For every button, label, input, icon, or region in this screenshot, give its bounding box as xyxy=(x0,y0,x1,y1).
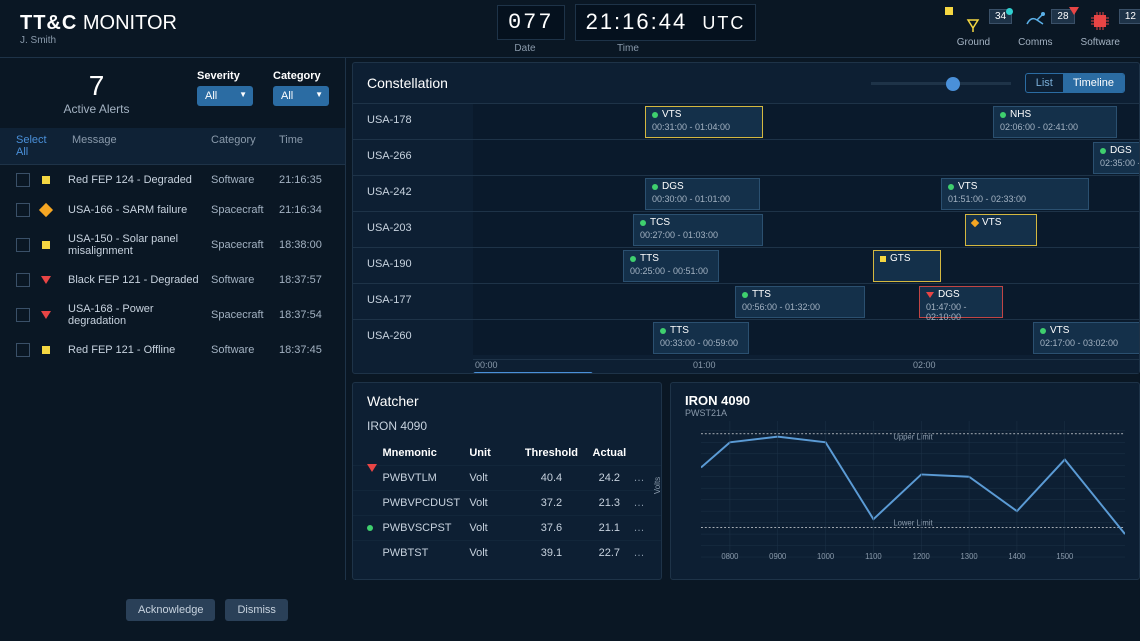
timeline-event[interactable]: VTS01:51:00 - 02:33:00 xyxy=(941,178,1089,210)
clock: 077 21:16:44 UTC DateTime xyxy=(497,4,756,54)
constellation-title: Constellation xyxy=(367,75,871,91)
svg-text:1000: 1000 xyxy=(817,552,835,559)
timeline-event[interactable]: DGS01:47:00 - 02:10:00 xyxy=(919,286,1003,318)
timeline-track[interactable]: DGS02:35:00 - xyxy=(473,140,1139,175)
alert-checkbox[interactable] xyxy=(16,308,30,322)
status-comms[interactable]: 28Comms xyxy=(1018,9,1052,48)
timeline-event[interactable]: VTS02:17:00 - 03:02:00 xyxy=(1033,322,1139,354)
severity-icon xyxy=(38,176,54,184)
timeline-event[interactable]: GTS xyxy=(873,250,941,282)
timeline-event[interactable]: VTS xyxy=(965,214,1037,246)
watcher-row[interactable]: PWBVTLMVolt40.424.2… xyxy=(353,465,661,490)
satellite-label: USA-260 xyxy=(353,320,473,355)
alert-row[interactable]: Black FEP 121 - DegradedSoftware18:37:57 xyxy=(0,265,345,295)
alerts-count: 7 Active Alerts xyxy=(16,70,177,116)
acknowledge-button[interactable]: Acknowledge xyxy=(126,599,215,621)
view-timeline-tab[interactable]: Timeline xyxy=(1063,74,1124,92)
severity-icon xyxy=(38,241,54,249)
status-ground[interactable]: 34Ground xyxy=(957,9,990,48)
antenna-icon xyxy=(962,10,984,32)
signal-icon xyxy=(1023,10,1047,32)
alert-checkbox[interactable] xyxy=(16,238,30,252)
satellite-label: USA-242 xyxy=(353,176,473,211)
severity-select[interactable]: All xyxy=(197,86,253,106)
user-name: J. Smith xyxy=(20,35,177,46)
severity-icon xyxy=(38,205,54,215)
timeline-event[interactable]: NHS02:06:00 - 02:41:00 xyxy=(993,106,1117,138)
svg-text:1400: 1400 xyxy=(1008,552,1026,559)
satellite-label: USA-190 xyxy=(353,248,473,283)
satellite-label: USA-266 xyxy=(353,140,473,175)
more-icon[interactable]: … xyxy=(634,547,648,559)
timeline-event[interactable]: TTS00:56:00 - 01:32:00 xyxy=(735,286,865,318)
severity-icon xyxy=(367,472,382,484)
dismiss-button[interactable]: Dismiss xyxy=(225,599,288,621)
svg-text:Lower Limit: Lower Limit xyxy=(893,518,933,527)
chart-panel: IRON 4090 PWST21A Volts 0102030405060708… xyxy=(670,382,1140,580)
svg-text:1500: 1500 xyxy=(1056,552,1074,559)
alert-checkbox[interactable] xyxy=(16,173,30,187)
more-icon[interactable]: … xyxy=(634,497,648,509)
alert-row[interactable]: Red FEP 124 - DegradedSoftware21:16:35 xyxy=(0,165,345,195)
chip-icon xyxy=(1089,10,1111,32)
watcher-row[interactable]: PWBVPCDUSTVolt37.221.3… xyxy=(353,490,661,515)
alert-row[interactable]: USA-150 - Solar panel misalignmentSpacec… xyxy=(0,225,345,265)
timeline-event[interactable]: TCS00:27:00 - 01:03:00 xyxy=(633,214,763,246)
watcher-row[interactable]: PWBTSTVolt39.122.7… xyxy=(353,540,661,565)
status-software[interactable]: 12Software xyxy=(1081,9,1120,48)
severity-icon xyxy=(38,311,54,319)
satellite-label: USA-177 xyxy=(353,284,473,319)
svg-text:1300: 1300 xyxy=(961,552,979,559)
timeline-event[interactable]: VTS00:31:00 - 01:04:00 xyxy=(645,106,763,138)
timeline-event[interactable]: DGS02:35:00 - xyxy=(1093,142,1139,174)
alert-row[interactable]: Red FEP 121 - OfflineSoftware18:37:45 xyxy=(0,335,345,365)
alert-checkbox[interactable] xyxy=(16,203,30,217)
select-all-link[interactable]: Select All xyxy=(16,134,54,158)
severity-icon xyxy=(367,522,382,534)
alert-checkbox[interactable] xyxy=(16,273,30,287)
clock-time: 21:16:44 UTC xyxy=(575,4,757,41)
severity-icon xyxy=(38,346,54,354)
alert-checkbox[interactable] xyxy=(16,343,30,357)
status-count: 12 xyxy=(1119,9,1140,24)
timeline-event[interactable]: DGS00:30:00 - 01:01:00 xyxy=(645,178,760,210)
svg-text:1100: 1100 xyxy=(865,552,882,559)
category-select[interactable]: All xyxy=(273,86,329,106)
timeline-track[interactable]: TCS00:27:00 - 01:03:00 VTS xyxy=(473,212,1139,247)
svg-text:0800: 0800 xyxy=(721,552,739,559)
satellite-label: USA-178 xyxy=(353,104,473,139)
timeline-track[interactable]: VTS00:31:00 - 01:04:00 NHS02:06:00 - 02:… xyxy=(473,104,1139,139)
more-icon[interactable]: … xyxy=(634,472,648,484)
svg-text:Upper Limit: Upper Limit xyxy=(893,433,933,442)
timeline-track[interactable]: TTS00:56:00 - 01:32:00 DGS01:47:00 - 02:… xyxy=(473,284,1139,319)
timeline-track[interactable]: TTS00:25:00 - 00:51:00 GTS xyxy=(473,248,1139,283)
view-list-tab[interactable]: List xyxy=(1026,74,1063,92)
watcher-row[interactable]: PWBVSCPSTVolt37.621.1… xyxy=(353,515,661,540)
svg-text:1200: 1200 xyxy=(913,552,931,559)
timeline-event[interactable]: TTS00:33:00 - 00:59:00 xyxy=(653,322,749,354)
timeline-track[interactable]: DGS00:30:00 - 01:01:00 VTS01:51:00 - 02:… xyxy=(473,176,1139,211)
timeline-track[interactable]: TTS00:33:00 - 00:59:00 VTS02:17:00 - 03:… xyxy=(473,320,1139,355)
satellite-label: USA-203 xyxy=(353,212,473,247)
watcher-iron: IRON 4090 xyxy=(353,419,661,441)
more-icon[interactable]: … xyxy=(634,522,648,534)
watcher-title: Watcher xyxy=(353,383,661,419)
app-logo: TT&C MONITOR J. Smith xyxy=(20,12,177,46)
timeline-scrollbar[interactable] xyxy=(473,372,593,373)
zoom-slider[interactable] xyxy=(871,82,1011,85)
svg-text:0900: 0900 xyxy=(769,552,787,559)
alert-row[interactable]: USA-168 - Power degradationSpacecraft18:… xyxy=(0,295,345,335)
clock-day: 077 xyxy=(497,5,565,40)
timeline-event[interactable]: TTS00:25:00 - 00:51:00 xyxy=(623,250,719,282)
alert-row[interactable]: USA-166 - SARM failureSpacecraft21:16:34 xyxy=(0,195,345,225)
severity-icon xyxy=(38,276,54,284)
